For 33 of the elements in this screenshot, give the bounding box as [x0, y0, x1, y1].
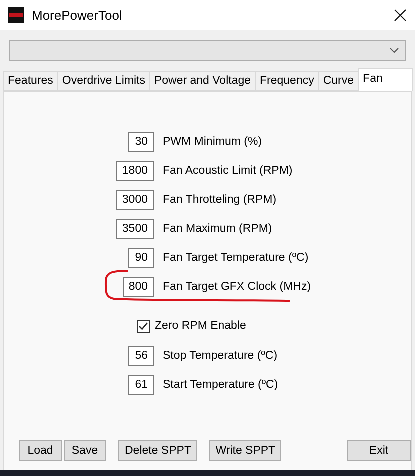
- number-field[interactable]: 3000: [116, 190, 154, 210]
- tab[interactable]: Frequency: [255, 71, 320, 91]
- number-field[interactable]: 800: [122, 277, 154, 297]
- chevron-down-icon: [390, 48, 399, 54]
- tab[interactable]: Features: [3, 71, 58, 91]
- number-field[interactable]: 30: [128, 132, 154, 152]
- setting-label: Stop Temperature (ºC): [163, 350, 279, 362]
- setting-label: Fan Target GFX Clock (MHz): [163, 281, 312, 293]
- action-button[interactable]: Load: [19, 440, 62, 461]
- tab[interactable]: Fan: [358, 68, 413, 91]
- close-icon[interactable]: [394, 8, 407, 22]
- setting-label: Fan Target Temperature (ºC): [163, 252, 310, 264]
- checkbox-label: Zero RPM Enable: [155, 320, 246, 332]
- number-field[interactable]: 61: [128, 375, 154, 395]
- tab[interactable]: Curve: [318, 71, 360, 91]
- setting-label: Start Temperature (ºC): [163, 379, 280, 391]
- setting-label: PWM Minimum (%): [163, 136, 264, 148]
- number-field[interactable]: 1800: [116, 161, 154, 181]
- setting-label: Fan Throtteling (RPM): [163, 194, 278, 206]
- checkbox[interactable]: [137, 320, 150, 332]
- action-button[interactable]: Exit: [347, 440, 411, 461]
- tab[interactable]: Overdrive Limits: [57, 71, 150, 91]
- number-field[interactable]: 3500: [116, 219, 154, 239]
- action-button[interactable]: Delete SPPT: [118, 440, 197, 461]
- action-button[interactable]: Write SPPT: [208, 440, 281, 461]
- action-button[interactable]: Save: [64, 440, 106, 461]
- number-field[interactable]: 56: [128, 346, 154, 366]
- setting-label: Fan Acoustic Limit (RPM): [163, 165, 294, 177]
- window-title: MorePowerTool: [32, 8, 124, 22]
- setting-label: Fan Maximum (RPM): [163, 223, 274, 235]
- number-field[interactable]: 90: [128, 248, 154, 268]
- tab[interactable]: Power and Voltage: [149, 71, 256, 91]
- app-logo-icon: [8, 7, 24, 23]
